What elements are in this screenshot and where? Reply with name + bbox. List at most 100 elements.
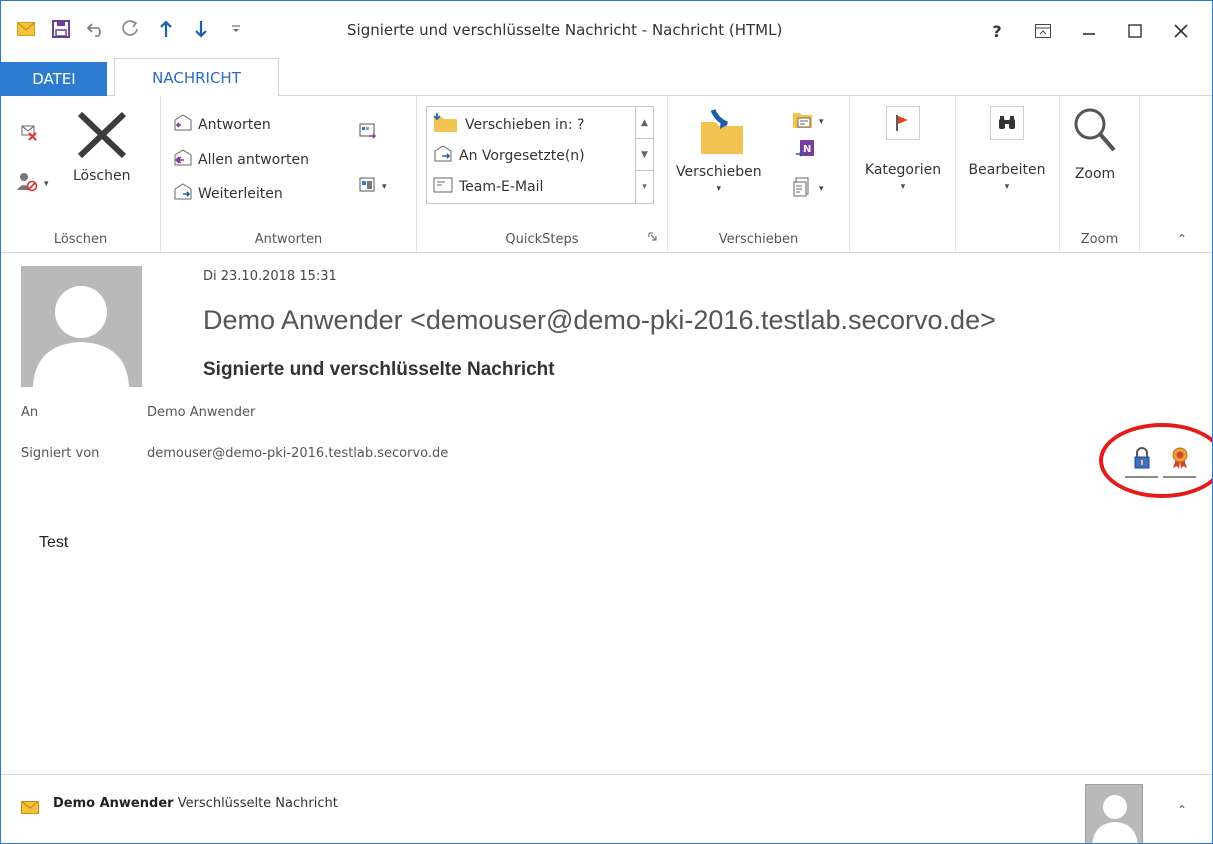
expand-people-pane-icon[interactable]: ⌃	[1177, 803, 1187, 817]
meeting-reply-icon	[359, 122, 377, 144]
group-kategorien: Kategorien ▾	[850, 96, 956, 253]
scroll-up-icon[interactable]: ▲	[636, 107, 653, 139]
folder-move-icon	[433, 113, 459, 137]
quickstep-team-email-label: Team-E-Mail	[459, 179, 544, 195]
team-email-icon	[433, 177, 453, 197]
edit-label: Bearbeiten	[968, 162, 1046, 178]
quickstep-to-manager[interactable]: An Vorgesetzte(n)	[433, 145, 585, 167]
more-respond-icon	[359, 176, 377, 198]
arrow-up-icon[interactable]	[151, 15, 181, 43]
mail-icon[interactable]	[11, 15, 41, 43]
binoculars-icon	[990, 106, 1024, 140]
scroll-down-icon[interactable]: ▼	[636, 139, 653, 171]
ribbon: ▾ Löschen Löschen Antworten Allen antwor…	[1, 96, 1212, 253]
chevron-down-icon: ▾	[44, 179, 49, 189]
meeting-reply-button[interactable]	[359, 122, 377, 144]
actions-icon	[792, 176, 814, 202]
highlight-circle	[1099, 423, 1212, 498]
group-verschieben: Verschieben ▾ ▾ N ▾ Verschieben	[668, 96, 850, 253]
ignore-button[interactable]	[19, 122, 39, 146]
reply-button[interactable]: Antworten	[173, 114, 271, 136]
quickstep-move-to[interactable]: Verschieben in: ?	[433, 113, 584, 137]
more-icon[interactable]: ▾	[636, 171, 653, 203]
zoom-button[interactable]: Zoom	[1072, 106, 1118, 182]
to-label: An	[21, 405, 39, 420]
people-pane-status: Verschlüsselte Nachricht	[177, 796, 338, 811]
quickstep-team-email[interactable]: Team-E-Mail	[433, 177, 543, 197]
people-pane-name[interactable]: Demo Anwender	[53, 796, 174, 811]
ignore-conversation-icon	[19, 122, 39, 146]
more-respond-button[interactable]: ▾	[359, 176, 387, 198]
people-pane-avatar[interactable]	[1085, 784, 1143, 843]
group-label-quicksteps: QuickSteps	[505, 232, 579, 247]
forward-button[interactable]: Weiterleiten	[173, 183, 283, 205]
junk-button[interactable]: ▾	[17, 172, 49, 196]
chevron-down-icon: ▾	[716, 184, 722, 194]
chevron-down-icon: ▾	[819, 117, 824, 127]
actions-button[interactable]: ▾	[792, 176, 824, 202]
signed-by-value[interactable]: demouser@demo-pki-2016.testlab.secorvo.d…	[147, 446, 448, 461]
save-icon[interactable]	[46, 15, 76, 43]
categorize-button[interactable]: Kategorien ▾	[858, 106, 948, 192]
categorize-label: Kategorien	[864, 162, 942, 178]
to-value[interactable]: Demo Anwender	[147, 405, 255, 420]
reply-icon	[173, 114, 193, 136]
help-button[interactable]: ?	[974, 13, 1020, 49]
delete-button[interactable]: Löschen	[73, 110, 130, 184]
group-loeschen: ▾ Löschen Löschen	[1, 96, 161, 253]
onenote-button[interactable]: N	[794, 138, 816, 164]
quickstep-to-manager-label: An Vorgesetzte(n)	[459, 148, 585, 164]
reply-all-button[interactable]: Allen antworten	[173, 149, 309, 171]
group-label-antworten: Antworten	[254, 232, 323, 247]
sender-avatar	[21, 266, 142, 387]
svg-text:N: N	[803, 144, 811, 155]
flag-icon	[886, 106, 920, 140]
tab-nachricht[interactable]: NACHRICHT	[114, 58, 279, 97]
reply-all-label: Allen antworten	[198, 152, 309, 168]
people-pane: Demo Anwender Verschlüsselte Nachricht ⌃	[1, 774, 1212, 843]
group-label-loeschen: Löschen	[53, 232, 108, 247]
ribbon-display-options-button[interactable]	[1020, 13, 1066, 49]
minimize-button[interactable]	[1066, 13, 1112, 49]
chevron-down-icon: ▾	[819, 184, 824, 194]
customize-qat-icon[interactable]	[221, 15, 251, 43]
onenote-icon: N	[794, 138, 816, 164]
quicksteps-scrollbar[interactable]: ▲ ▼ ▾	[635, 107, 653, 203]
magnifier-icon	[1072, 106, 1118, 158]
move-label: Verschieben	[676, 164, 762, 180]
quick-access-toolbar	[11, 15, 256, 43]
signed-by-label: Signiert von	[21, 446, 100, 461]
arrow-down-icon[interactable]	[186, 15, 216, 43]
chevron-down-icon: ▾	[1004, 182, 1010, 192]
rules-icon	[792, 110, 814, 134]
reply-label: Antworten	[198, 117, 271, 133]
close-button[interactable]	[1158, 13, 1204, 49]
window-title: Signierte und verschlüsselte Nachricht -…	[347, 21, 783, 39]
delete-x-icon	[74, 110, 130, 164]
move-button[interactable]: Verschieben ▾	[676, 108, 762, 194]
redo-icon[interactable]	[116, 15, 146, 43]
group-zoom: Zoom Zoom	[1060, 96, 1140, 253]
group-label-zoom: Zoom	[1080, 232, 1119, 247]
outlook-message-window: Signierte und verschlüsselte Nachricht -…	[0, 0, 1213, 844]
group-label-verschieben: Verschieben	[718, 232, 799, 247]
tab-datei[interactable]: DATEI	[1, 62, 107, 96]
zoom-label: Zoom	[1074, 166, 1116, 182]
sender-line[interactable]: Demo Anwender <demouser@demo-pki-2016.te…	[203, 305, 996, 336]
chevron-down-icon: ▾	[382, 182, 387, 192]
maximize-button[interactable]	[1112, 13, 1158, 49]
reply-all-icon	[173, 149, 193, 171]
ribbon-tab-bar: DATEI NACHRICHT	[1, 53, 1212, 97]
group-antworten: Antworten Allen antworten Weiterleiten ▾…	[161, 96, 417, 253]
window-controls: ?	[974, 13, 1204, 49]
dialog-launcher-icon[interactable]	[648, 230, 657, 245]
rules-button[interactable]: ▾	[792, 110, 824, 134]
collapse-ribbon-icon[interactable]: ⌃	[1177, 232, 1187, 246]
edit-button[interactable]: Bearbeiten ▾	[962, 106, 1052, 192]
message-body: Test	[39, 534, 69, 551]
mail-forward-icon	[433, 145, 453, 167]
forward-icon	[173, 183, 193, 205]
delete-label: Löschen	[73, 168, 131, 184]
undo-icon[interactable]	[81, 15, 111, 43]
junk-person-icon	[17, 172, 39, 196]
